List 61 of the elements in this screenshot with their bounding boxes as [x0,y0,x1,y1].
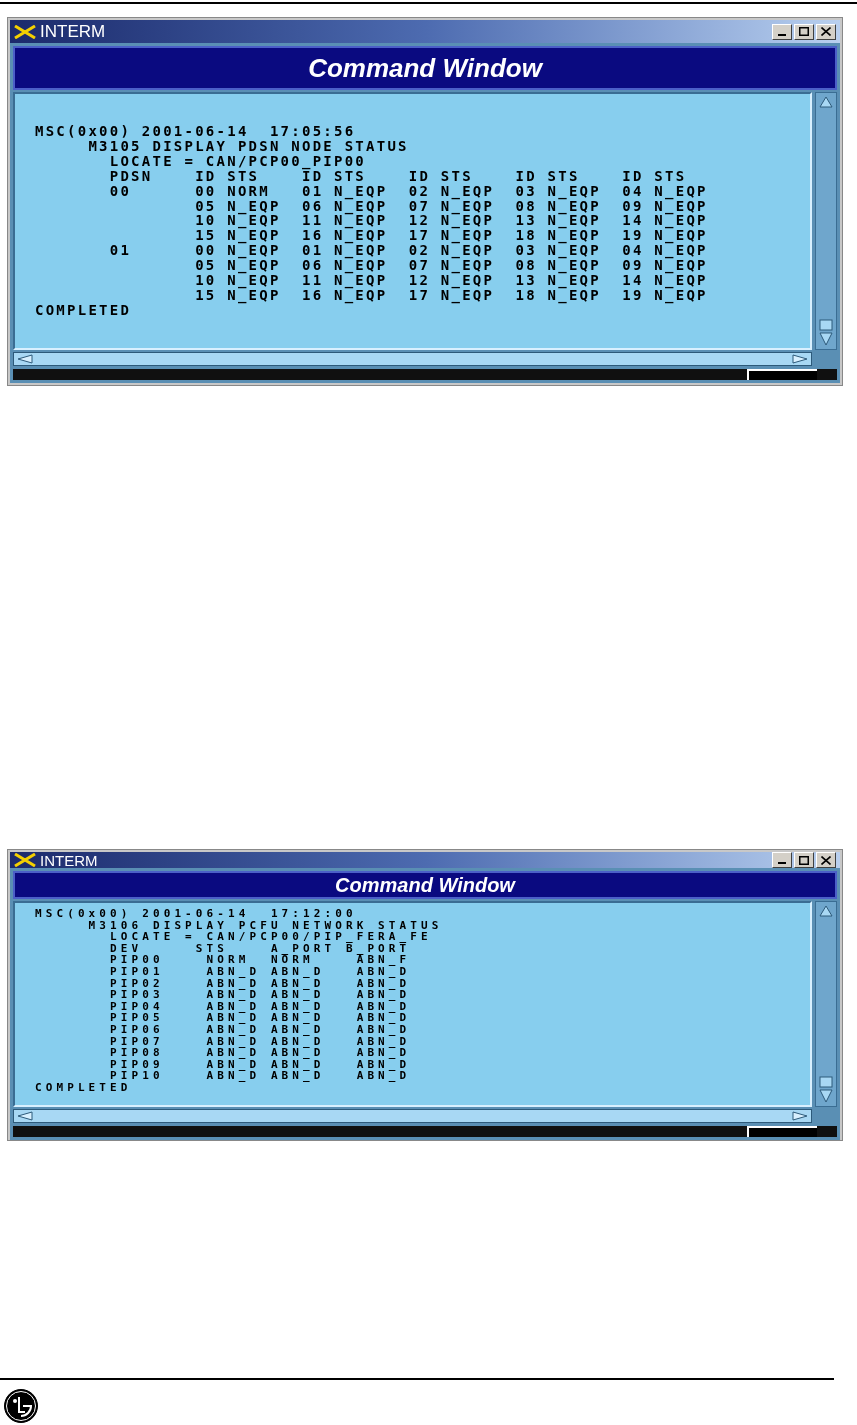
output-line: 15 N_EQP 16 N_EQP 17 N_EQP 18 N_EQP 19 N_EQP [194,228,708,244]
x-logo-icon [14,24,36,39]
output-line: PIP06 ABN_D ABN_D ABN_D [109,1023,411,1036]
x-logo-icon [14,853,36,867]
banner-title: Command Window [335,875,515,895]
output-line: LOCATE = CAN/PCP00_PIP00 [108,153,367,169]
output-line: 01 00 N_EQP 01 N_EQP 02 N_EQP 03 N_EQP 04 N_EQP [108,243,708,259]
output-line: COMPLETED [35,302,132,318]
window-title: INTERM [40,852,98,868]
output-line: PIP00 NORM NORM ABN_F [109,954,411,966]
output-line: PIP09 ABN_D ABN_D ABN_D [109,1058,411,1071]
vertical-scrollbar[interactable] [815,901,837,1107]
scroll-up-icon[interactable] [818,904,834,918]
minimize-icon [778,33,786,36]
maximize-icon [799,855,809,865]
resize-grip[interactable] [747,369,817,380]
output-line: DEV STS A_PORT B_PORT [109,942,411,955]
scroll-right-icon[interactable] [791,1111,809,1121]
scroll-left-icon[interactable] [16,1111,34,1121]
resize-grip[interactable] [747,1126,817,1137]
window-title: INTERM [40,23,106,40]
close-button[interactable] [816,23,836,40]
scroll-left-icon[interactable] [16,354,34,364]
output-line: PIP03 ABN_D ABN_D ABN_D [109,989,411,1001]
output-line: 10 N_EQP 11 N_EQP 12 N_EQP 13 N_EQP 14 N_EQP [194,213,708,229]
output-line: 10 N_EQP 11 N_EQP 12 N_EQP 13 N_EQP 14 N_EQP [194,273,708,288]
close-icon [821,27,831,36]
output-line: 00 00 NORM 01 N_EQP 02 N_EQP 03 N_EQP 04 N_EQP [108,183,708,199]
vertical-scrollbar[interactable] [815,92,837,350]
output-line: PIP07 ABN_D ABN_D ABN_D [109,1035,411,1048]
output-line: PDSN ID STS ID STS ID STS ID STS ID STS [108,168,687,184]
scroll-down-icon[interactable] [818,319,834,347]
output-line: PIP04 ABN_D ABN_D ABN_D [109,1000,411,1013]
output-line: PIP05 ABN_D ABN_D ABN_D [109,1012,411,1024]
output-line: M3106 DISPLAY PCFU NETWORK STATUS [88,919,443,932]
maximize-icon [799,27,809,36]
output-line: 05 N_EQP 06 N_EQP 07 N_EQP 08 N_EQP 09 N_EQP [194,258,708,274]
output-line: COMPLETED [35,1081,132,1094]
minimize-button[interactable] [772,852,792,868]
output-line: LOCATE = CAN/PCP00/PIP_FERA_FE [109,931,432,943]
scroll-right-icon[interactable] [791,354,809,364]
output-line: MSC(0x00) 2001-06-14 17:05:56 [35,124,356,139]
output-line: M3105 DISPLAY PDSN NODE STATUS [88,138,409,154]
output-line: PIP10 ABN_D ABN_D ABN_D [109,1070,411,1082]
close-button[interactable] [816,852,836,868]
maximize-button[interactable] [794,852,814,868]
output-line: PIP01 ABN_D ABN_D ABN_D [109,965,411,978]
minimize-icon [778,862,786,864]
scroll-up-icon[interactable] [818,95,834,109]
scroll-down-icon[interactable] [818,1076,834,1104]
output-line: MSC(0x00) 2001-06-14 17:12:00 [35,908,357,920]
horizontal-scrollbar[interactable] [13,352,812,366]
close-icon [821,855,831,865]
maximize-button[interactable] [794,23,814,40]
output-line: PIP08 ABN_D ABN_D ABN_D [109,1047,411,1059]
output-line: PIP02 ABN_D ABN_D ABN_D [109,977,411,990]
horizontal-scrollbar[interactable] [13,1109,812,1123]
banner-title: Command Window [308,55,542,81]
output-line: 15 N_EQP 16 N_EQP 17 N_EQP 18 N_EQP 19 N_EQP [194,287,708,303]
output-line: 05 N_EQP 06 N_EQP 07 N_EQP 08 N_EQP 09 N_EQP [194,198,708,214]
minimize-button[interactable] [772,23,792,40]
